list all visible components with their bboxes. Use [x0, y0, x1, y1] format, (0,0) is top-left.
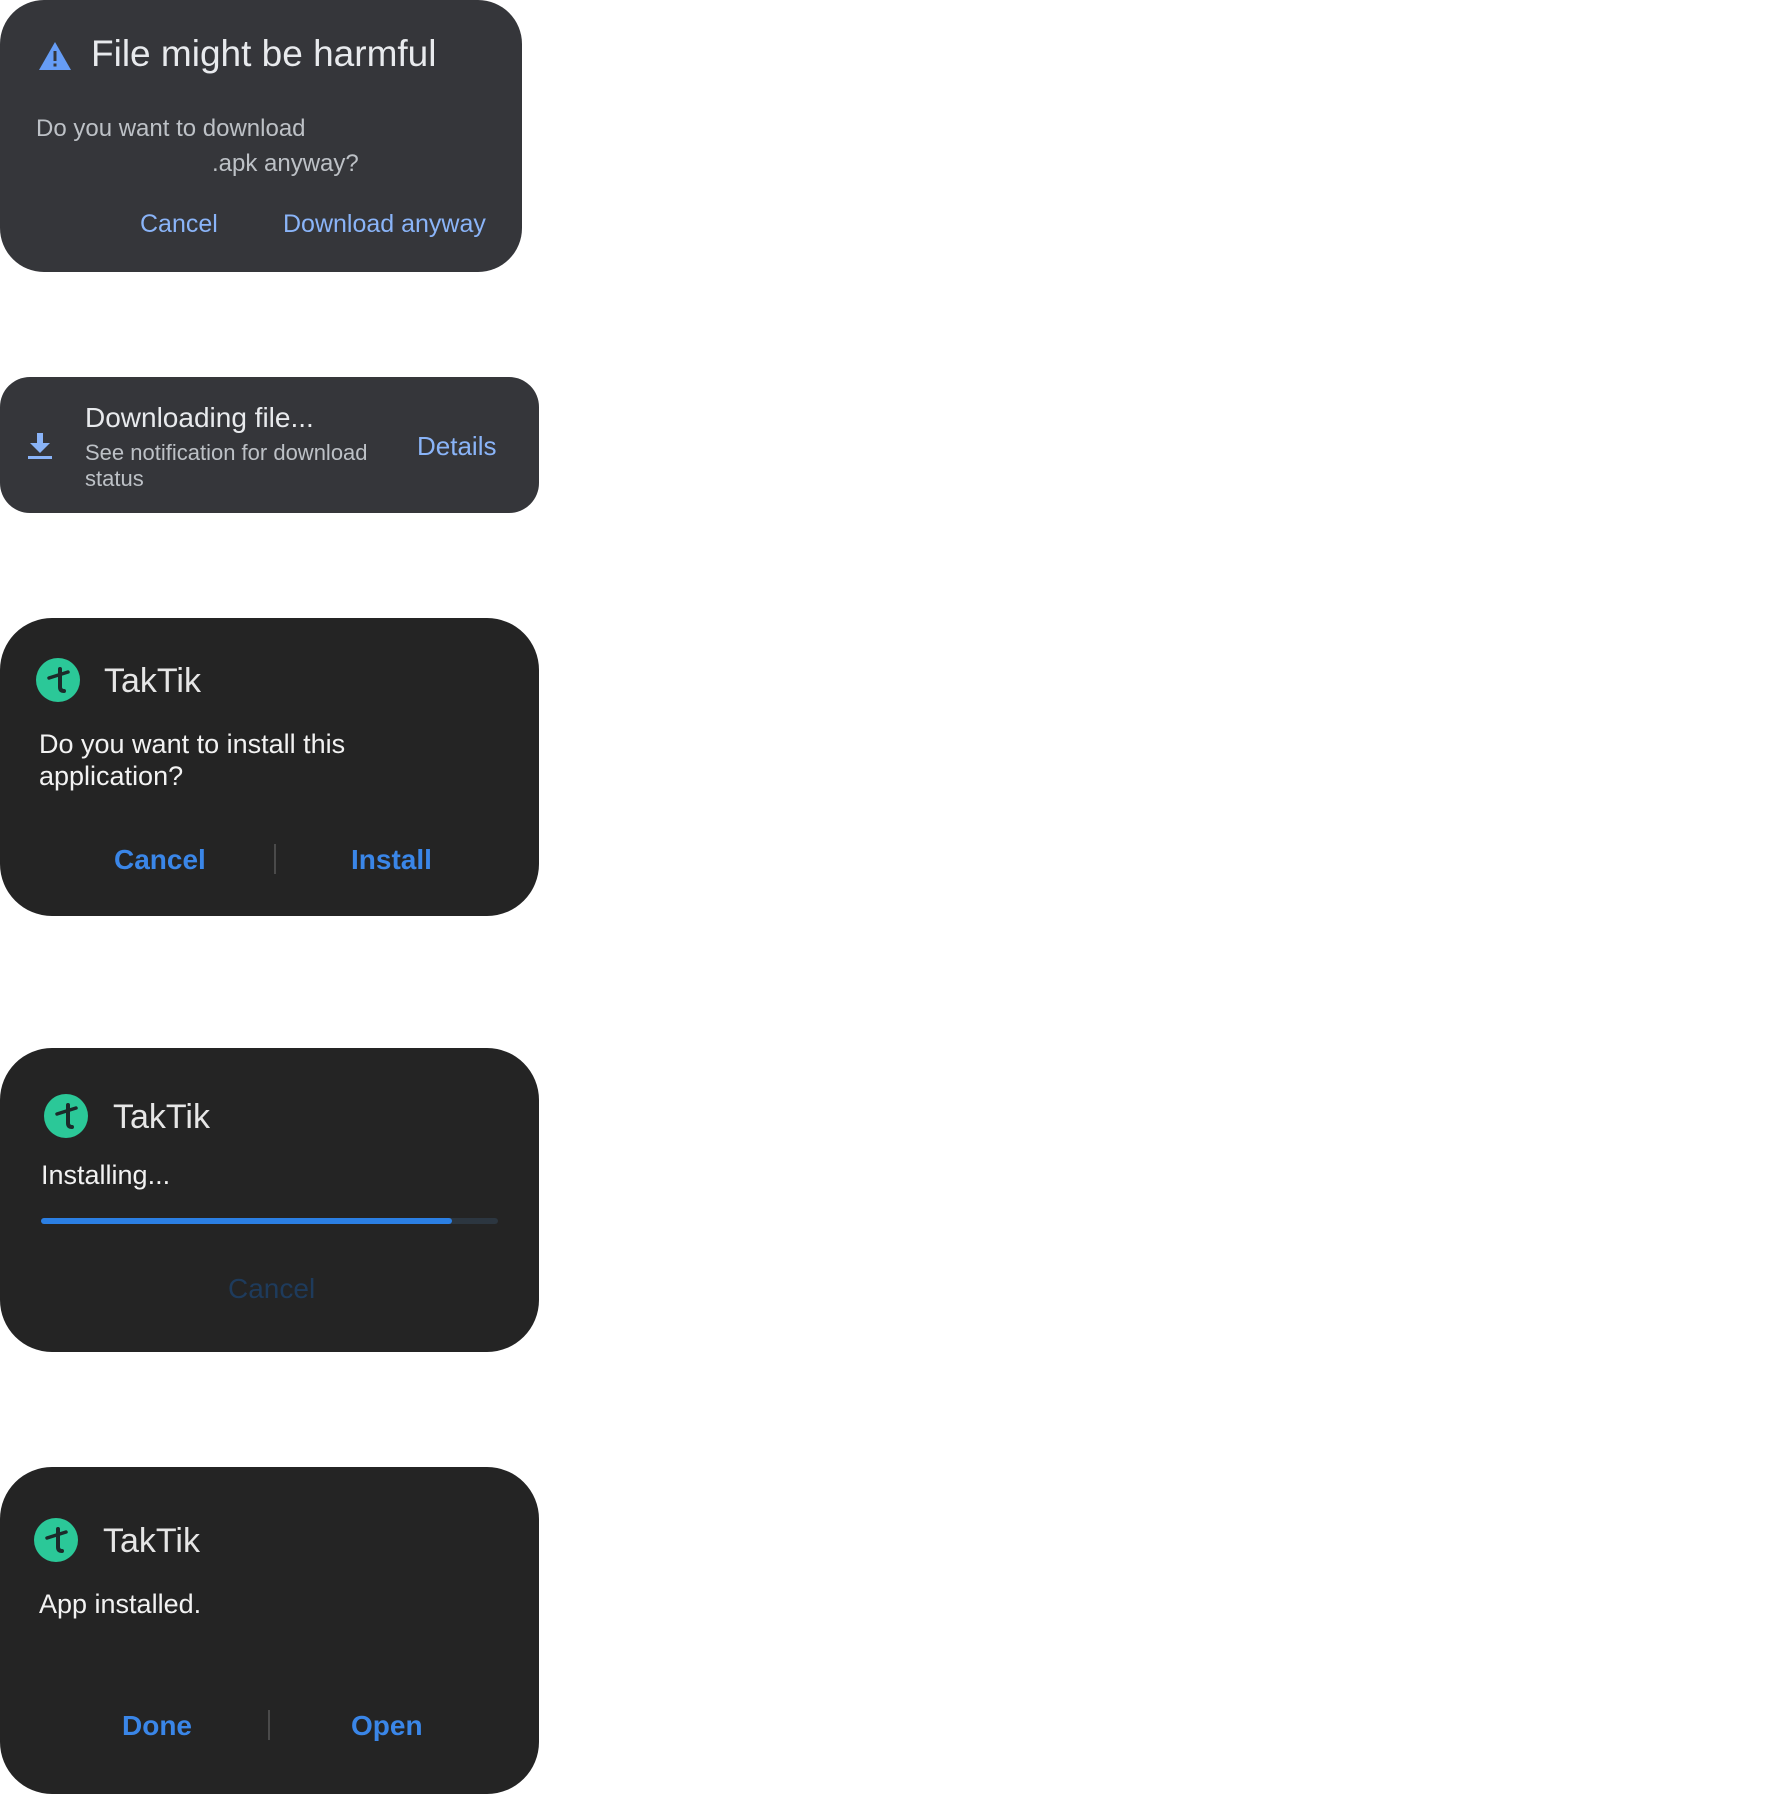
harmful-file-dialog: File might be harmful Do you want to dow…: [0, 0, 522, 272]
app-name: TakTik: [113, 1098, 210, 1136]
installing-dialog: TakTik Installing... Cancel: [0, 1048, 539, 1352]
warning-triangle-icon: [39, 42, 71, 70]
download-anyway-button[interactable]: Download anyway: [283, 210, 486, 239]
snackbar-subtitle: See notification for download status: [85, 440, 368, 491]
progress-bar-fill: [41, 1218, 453, 1224]
download-icon: [28, 433, 52, 459]
app-icon: [44, 1094, 88, 1138]
installing-message: Installing...: [41, 1160, 171, 1190]
app-icon: [34, 1518, 78, 1562]
app-installed-dialog: TakTik App installed. Done Open: [0, 1467, 539, 1794]
install-prompt-dialog: TakTik Do you want to install this appli…: [0, 618, 539, 916]
app-name: TakTik: [104, 662, 201, 700]
installed-message: App installed.: [39, 1589, 202, 1619]
app-icon: [36, 658, 80, 702]
cancel-button[interactable]: Cancel: [114, 844, 206, 876]
open-button[interactable]: Open: [351, 1710, 423, 1742]
done-button[interactable]: Done: [122, 1710, 192, 1742]
button-divider: [268, 1710, 270, 1740]
dialog-title: File might be harmful: [91, 33, 437, 74]
button-divider: [274, 844, 276, 874]
dialog-message-line1: Do you want to download: [36, 115, 306, 142]
downloading-snackbar: Downloading file... See notification for…: [0, 377, 539, 513]
progress-bar: [41, 1218, 498, 1224]
snackbar-title: Downloading file...: [85, 402, 314, 433]
dialog-message-line2: .apk anyway?: [212, 150, 359, 177]
details-button[interactable]: Details: [417, 431, 496, 462]
app-name: TakTik: [103, 1522, 200, 1560]
install-button[interactable]: Install: [351, 844, 432, 876]
cancel-button-disabled: Cancel: [228, 1273, 316, 1304]
cancel-button[interactable]: Cancel: [140, 210, 218, 239]
install-message: Do you want to install this application?: [39, 729, 346, 791]
